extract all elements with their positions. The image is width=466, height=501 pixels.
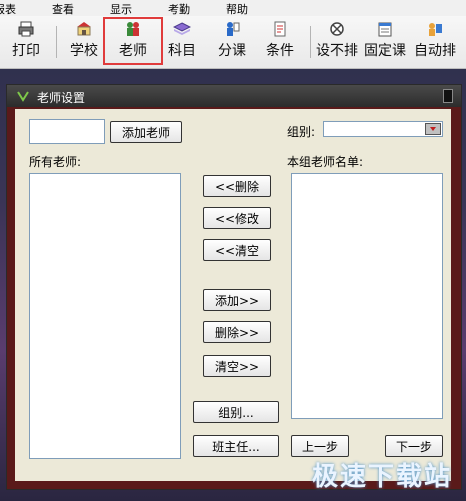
printer-icon	[18, 21, 34, 37]
toolbar-auto-label: 自动排	[414, 43, 456, 59]
all-teachers-label: 所有老师:	[29, 155, 82, 169]
school-icon	[77, 22, 91, 36]
toolbar-subject-button[interactable]: 科目	[168, 20, 196, 62]
toolbar-subject-label: 科目	[168, 43, 196, 59]
remove-left-button[interactable]: <<删除	[203, 175, 271, 197]
toolbar-separator	[310, 26, 311, 58]
panel-body: 添加老师 组别: 所有老师: 本组老师名单: <<删除 <<修改 <<清空 添加…	[15, 109, 451, 481]
toolbar-fixed-label: 固定课	[364, 43, 406, 59]
book-icon	[173, 22, 191, 35]
auto-schedule-icon	[429, 23, 442, 36]
group-teachers-label: 本组老师名单:	[287, 155, 364, 169]
toolbar-school-button[interactable]: 学校	[70, 20, 98, 62]
menu-display[interactable]: 显示	[110, 1, 132, 17]
toolbar: 打印 学校 老师 科目 分课 条件 设不排 固定课 自动排	[0, 16, 466, 69]
toolbar-fixed-button[interactable]: 固定课	[364, 20, 406, 62]
toolbar-condition-label: 条件	[266, 43, 294, 59]
clear-left-button[interactable]: <<清空	[203, 239, 271, 261]
clear-right-button[interactable]: 清空>>	[203, 355, 271, 377]
menu-attendance[interactable]: 考勤	[168, 1, 190, 17]
remove-right-button[interactable]: 删除>>	[203, 321, 271, 343]
watermark: 极速下载站	[311, 462, 452, 492]
add-teacher-button[interactable]: 添加老师	[110, 121, 182, 143]
assign-icon	[227, 22, 240, 36]
teacher-settings-panel: 老师设置 添加老师 组别: 所有老师: 本组老师名单: <<删除 <<修改 <<…	[6, 84, 462, 490]
toolbar-assign-label: 分课	[218, 43, 246, 59]
toolbar-exclude-label: 设不排	[316, 43, 358, 59]
teacher-name-input[interactable]	[29, 119, 105, 144]
toolbar-teacher-label: 老师	[119, 43, 147, 59]
add-right-button[interactable]: 添加>>	[203, 289, 271, 311]
pin-icon[interactable]	[443, 89, 453, 103]
condition-icon	[274, 21, 286, 37]
fixed-schedule-icon	[378, 22, 392, 37]
toolbar-assign-button[interactable]: 分课	[218, 20, 246, 62]
app-logo-icon	[17, 91, 29, 102]
group-teachers-list[interactable]	[291, 173, 443, 419]
toolbar-separator	[56, 26, 57, 58]
toolbar-auto-button[interactable]: 自动排	[414, 20, 456, 62]
menu-report[interactable]: 报表	[0, 1, 16, 17]
menu-help[interactable]: 帮助	[226, 1, 248, 17]
panel-title-bar: 老师设置	[7, 85, 461, 107]
all-teachers-list[interactable]	[29, 173, 181, 459]
toolbar-print-button[interactable]: 打印	[12, 20, 40, 62]
edit-left-button[interactable]: <<修改	[203, 207, 271, 229]
exclude-icon	[330, 22, 344, 36]
group-label: 组别:	[287, 125, 316, 139]
toolbar-teacher-button[interactable]: 老师	[103, 17, 163, 65]
class-teacher-button[interactable]: 班主任...	[193, 435, 279, 457]
panel-title: 老师设置	[37, 91, 86, 105]
dropdown-arrow-icon[interactable]	[425, 123, 441, 135]
group-settings-button[interactable]: 组别...	[193, 401, 279, 423]
teacher-icon	[127, 22, 139, 36]
menu-bar: 报表 查看 显示 考勤 帮助	[0, 0, 466, 17]
toolbar-condition-button[interactable]: 条件	[266, 20, 294, 62]
group-select[interactable]	[323, 121, 443, 137]
toolbar-print-label: 打印	[12, 43, 40, 59]
toolbar-school-label: 学校	[70, 43, 98, 59]
next-step-button[interactable]: 下一步	[385, 435, 443, 457]
prev-step-button[interactable]: 上一步	[291, 435, 349, 457]
toolbar-exclude-button[interactable]: 设不排	[316, 20, 358, 62]
menu-view[interactable]: 查看	[52, 1, 74, 17]
